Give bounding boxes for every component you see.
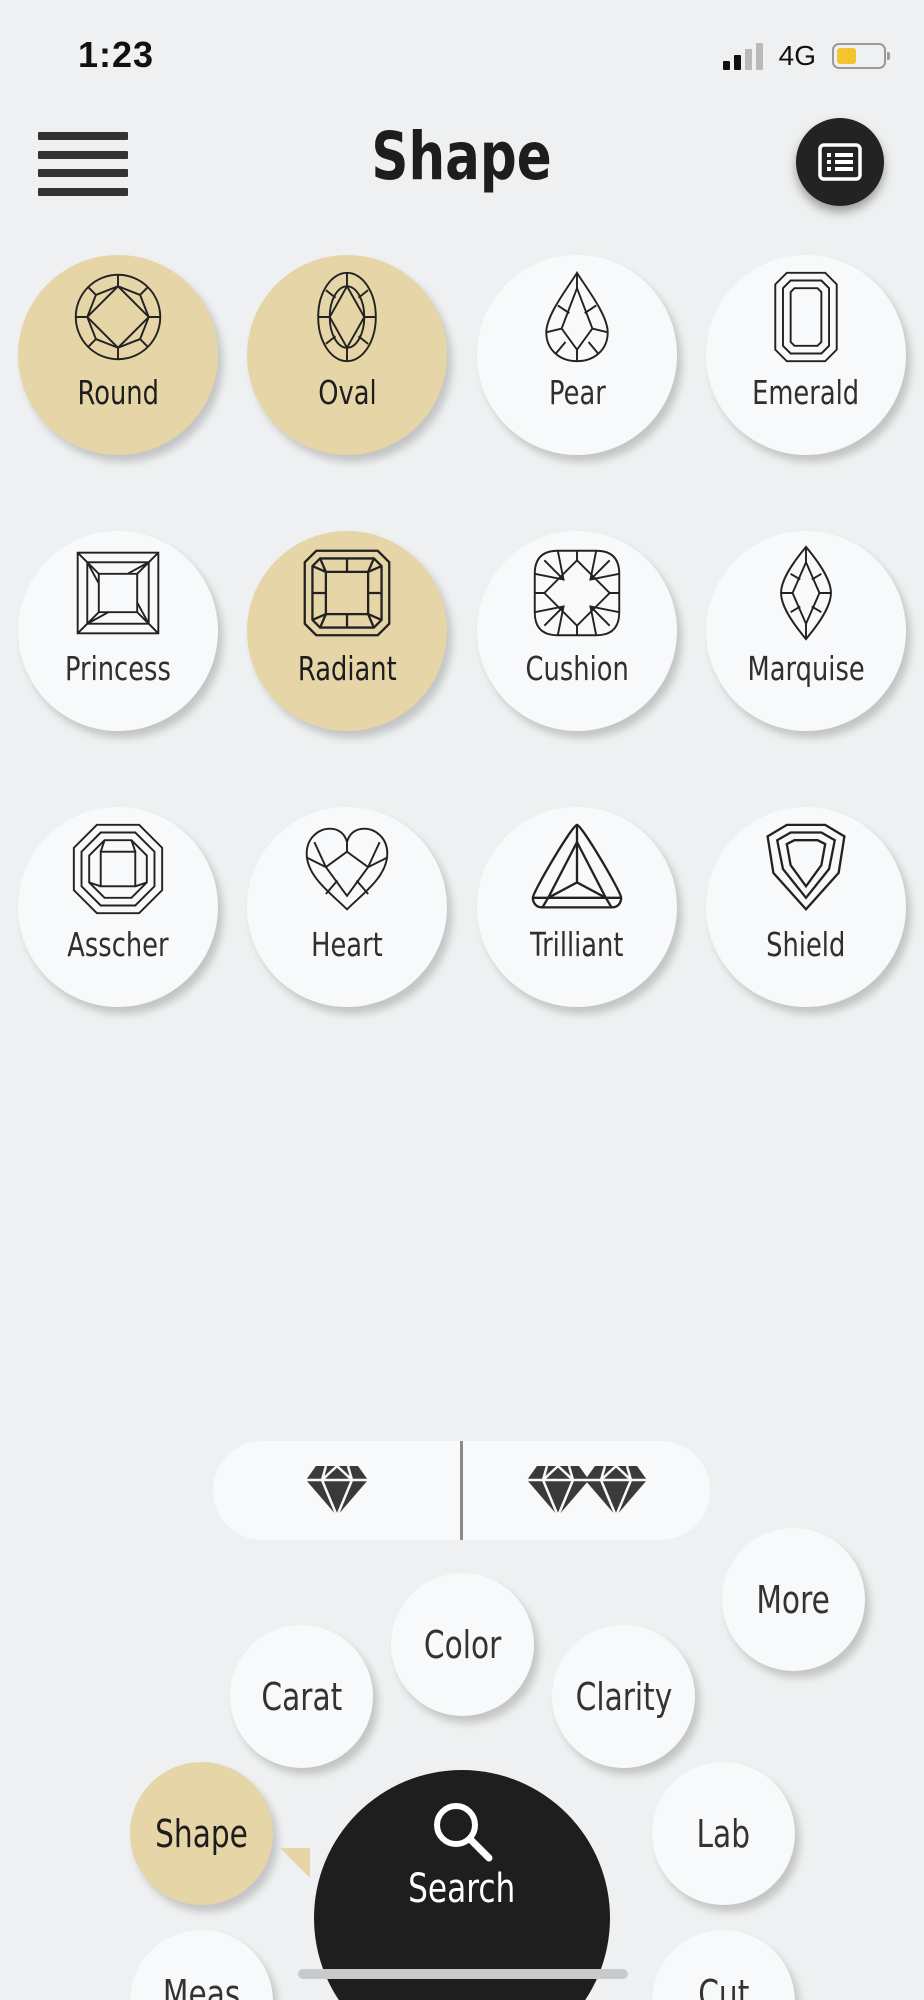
shape-label: Asscher (67, 925, 169, 964)
shape-shield-button[interactable]: Shield (706, 807, 906, 1007)
shape-trilliant-button[interactable]: Trilliant (477, 807, 677, 1007)
nav-more-button[interactable]: More (722, 1528, 865, 1671)
view-toggle (213, 1441, 710, 1540)
shape-label: Cushion (525, 649, 629, 688)
search-icon (434, 1803, 493, 1862)
shape-princess-button[interactable]: Princess (18, 531, 218, 731)
nav-meas-button[interactable]: Meas (130, 1930, 273, 2000)
emerald-diamond-icon (774, 271, 838, 363)
shape-label: Trilliant (530, 925, 624, 964)
heart-diamond-icon (305, 827, 389, 911)
pear-diamond-icon (545, 271, 609, 363)
list-icon (818, 143, 862, 181)
signal-icon (722, 42, 763, 70)
selection-pointer (280, 1848, 310, 1878)
status-time: 1:23 (78, 34, 155, 75)
list-view-button[interactable] (796, 118, 884, 206)
page-title: Shape (371, 118, 553, 195)
shape-label: Radiant (297, 649, 397, 688)
nav-lab-button[interactable]: Lab (652, 1762, 795, 1905)
nav-clarity-button[interactable]: Clarity (552, 1625, 695, 1768)
shape-cushion-button[interactable]: Cushion (477, 531, 677, 731)
network-type: 4G (778, 40, 816, 71)
single-view-button[interactable] (213, 1441, 460, 1540)
shape-emerald-button[interactable]: Emerald (706, 255, 906, 455)
nav-cut-button[interactable]: Cut (652, 1930, 795, 2000)
search-button[interactable]: Search (314, 1770, 610, 2000)
asscher-diamond-icon (72, 823, 164, 915)
trilliant-diamond-icon (531, 823, 623, 909)
shape-label: Shield (766, 925, 846, 964)
oval-diamond-icon (317, 271, 377, 363)
shape-label: Emerald (752, 373, 860, 412)
pair-diamond-icon (526, 1464, 647, 1518)
round-diamond-icon (74, 273, 162, 361)
shape-label: Princess (65, 649, 171, 688)
cushion-diamond-icon (533, 549, 621, 637)
marquise-diamond-icon (780, 545, 832, 641)
shape-label: Heart (311, 925, 383, 964)
shape-label: Round (77, 373, 159, 412)
status-indicators: 4G (722, 40, 890, 72)
shape-label: Oval (317, 373, 377, 412)
shape-asscher-button[interactable]: Asscher (18, 807, 218, 1007)
radiant-diamond-icon (303, 549, 391, 637)
shape-label: Marquise (747, 649, 865, 688)
shape-radiant-button[interactable]: Radiant (247, 531, 447, 731)
battery-icon (832, 43, 890, 69)
nav-shape-button[interactable]: Shape (130, 1762, 273, 1905)
shape-pear-button[interactable]: Pear (477, 255, 677, 455)
shape-round-button[interactable]: Round (18, 255, 218, 455)
shield-diamond-icon (766, 823, 846, 912)
princess-diamond-icon (76, 551, 160, 635)
nav-carat-button[interactable]: Carat (230, 1625, 373, 1768)
pair-view-button[interactable] (463, 1441, 710, 1540)
shape-marquise-button[interactable]: Marquise (706, 531, 906, 731)
shape-label: Pear (548, 373, 606, 412)
shape-heart-button[interactable]: Heart (247, 807, 447, 1007)
single-diamond-icon (305, 1464, 368, 1518)
home-indicator (298, 1969, 628, 1979)
shape-oval-button[interactable]: Oval (247, 255, 447, 455)
search-label: Search (408, 1866, 516, 1912)
nav-color-button[interactable]: Color (391, 1573, 534, 1716)
